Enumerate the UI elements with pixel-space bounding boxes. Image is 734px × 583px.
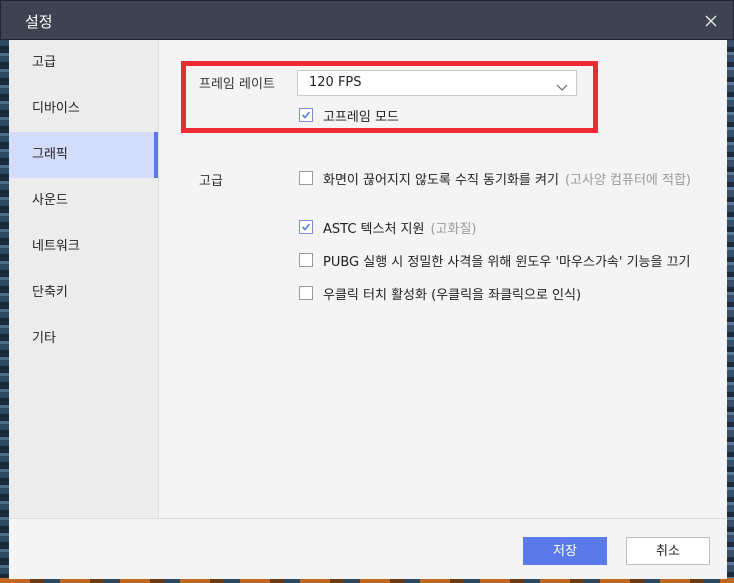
astc-option[interactable]: ASTC 텍스처 지원 (고화질)	[299, 218, 477, 237]
sidebar-item-shortcuts[interactable]: 단축키	[9, 270, 158, 316]
astc-hint: (고화질)	[430, 221, 477, 237]
high-frame-mode-option[interactable]: 고프레임 모드	[299, 106, 399, 125]
settings-content: 고급 디바이스 그래픽 사운드 네트워크 단축키 기타 프레임 레이트 120 …	[9, 40, 727, 579]
astc-checkbox[interactable]	[299, 220, 313, 234]
sidebar-item-network[interactable]: 네트워크	[9, 224, 158, 270]
right-click-touch-option[interactable]: 우클릭 터치 활성화 (우클릭을 좌클릭으로 인식)	[299, 284, 582, 303]
vsync-checkbox[interactable]	[299, 171, 313, 185]
cancel-button[interactable]: 취소	[626, 537, 710, 565]
close-icon[interactable]	[701, 11, 721, 31]
high-frame-mode-checkbox[interactable]	[299, 108, 313, 122]
high-frame-mode-label: 고프레임 모드	[323, 109, 399, 125]
graphics-panel: 프레임 레이트 120 FPS 고프레임 모드 고급 화면이 끊어지지 않도록	[159, 40, 727, 518]
vsync-label: 화면이 끊어지지 않도록 수직 동기화를 켜기	[323, 172, 559, 188]
sidebar-item-label: 디바이스	[32, 101, 80, 116]
save-button[interactable]: 저장	[523, 537, 607, 565]
sidebar-item-label: 고급	[32, 55, 56, 70]
sidebar-item-graphics[interactable]: 그래픽	[9, 132, 158, 178]
pubg-mouse-accel-label: PUBG 실행 시 정밀한 사격을 위해 윈도우 '마우스가속' 기능을 끄기	[323, 254, 691, 270]
title-bar[interactable]: 설정	[0, 0, 734, 40]
pubg-mouse-accel-option[interactable]: PUBG 실행 시 정밀한 사격을 위해 윈도우 '마우스가속' 기능을 끄기	[299, 251, 691, 270]
right-click-touch-label: 우클릭 터치 활성화 (우클릭을 좌클릭으로 인식)	[323, 287, 582, 303]
sidebar-item-advanced[interactable]: 고급	[9, 40, 158, 86]
frame-rate-selected-value: 120 FPS	[309, 75, 362, 90]
vsync-hint: (고사양 컴퓨터에 적합)	[564, 172, 692, 188]
sidebar-item-label: 기타	[32, 331, 56, 346]
astc-label: ASTC 텍스처 지원	[323, 221, 425, 237]
window-title: 설정	[25, 13, 53, 31]
sidebar-item-sound[interactable]: 사운드	[9, 178, 158, 224]
right-click-touch-checkbox[interactable]	[299, 286, 313, 300]
sidebar-item-label: 그래픽	[32, 147, 68, 162]
frame-rate-label: 프레임 레이트	[199, 77, 275, 92]
sidebar-item-label: 단축키	[32, 285, 68, 300]
pubg-mouse-accel-checkbox[interactable]	[299, 253, 313, 267]
sidebar-item-other[interactable]: 기타	[9, 316, 158, 362]
settings-window: 설정 고급 디바이스 그래픽 사운드 네트워크 단축키 기타 프레임 레이트 1…	[0, 0, 734, 579]
sidebar-item-label: 사운드	[32, 193, 68, 208]
vsync-option[interactable]: 화면이 끊어지지 않도록 수직 동기화를 켜기 (고사양 컴퓨터에 적합)	[299, 169, 692, 188]
sidebar-item-label: 네트워크	[32, 239, 80, 254]
sidebar: 고급 디바이스 그래픽 사운드 네트워크 단축키 기타	[9, 40, 159, 518]
advanced-section-label: 고급	[199, 174, 223, 189]
frame-rate-select[interactable]: 120 FPS	[297, 70, 577, 96]
sidebar-item-device[interactable]: 디바이스	[9, 86, 158, 132]
footer	[9, 518, 727, 579]
chevron-down-icon	[556, 78, 568, 91]
